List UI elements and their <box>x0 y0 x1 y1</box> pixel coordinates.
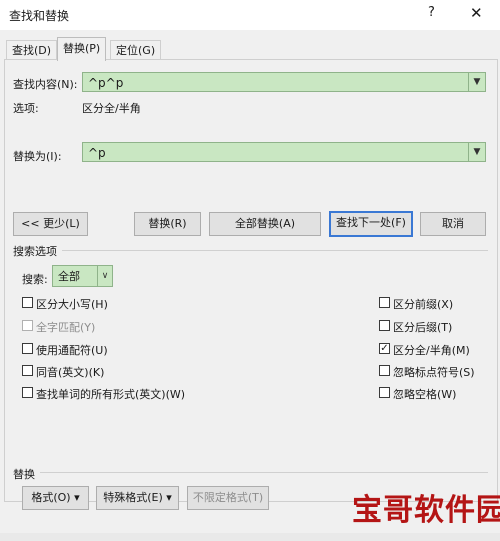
checkbox-ignore-space[interactable] <box>379 387 390 398</box>
less-button[interactable]: << 更少(L) <box>13 212 88 236</box>
help-icon[interactable]: ? <box>428 5 435 20</box>
no-formatting-button[interactable]: 不限定格式(T) <box>187 486 269 510</box>
sounds-like-label[interactable]: 同音(英文)(K) <box>36 364 104 380</box>
document-strip <box>0 533 500 541</box>
format-button[interactable]: 格式(O) ▾ <box>22 486 89 510</box>
chevron-down-icon[interactable]: ∨ <box>97 266 112 286</box>
replace-section-header: 替换 <box>13 468 35 481</box>
cancel-button[interactable]: 取消 <box>420 212 486 236</box>
find-input-value: ^p^p <box>88 76 124 90</box>
replace-all-button[interactable]: 全部替换(A) <box>209 212 321 236</box>
checkbox-sounds-like[interactable] <box>22 365 33 376</box>
title-bar <box>0 0 500 30</box>
checkbox-whole-word[interactable] <box>22 320 33 331</box>
replace-label: 替换为(I): <box>13 150 62 163</box>
divider <box>62 250 488 251</box>
checkbox-wildcards[interactable] <box>22 343 33 354</box>
find-label: 查找内容(N): <box>13 78 78 91</box>
full-half-width-label[interactable]: 区分全/半角(M) <box>393 342 470 358</box>
find-next-button[interactable]: 查找下一处(F) <box>329 211 413 237</box>
window-title: 查找和替换 <box>9 9 70 23</box>
search-options-header: 搜索选项 <box>13 245 57 258</box>
wildcards-label[interactable]: 使用通配符(U) <box>36 342 108 358</box>
checkbox-all-word-forms[interactable] <box>22 387 33 398</box>
chevron-down-icon[interactable]: ▼ <box>468 143 485 161</box>
options-label: 选项: <box>13 102 39 115</box>
match-case-label[interactable]: 区分大小写(H) <box>36 296 108 312</box>
search-direction-value: 全部 <box>58 270 80 283</box>
find-input[interactable]: ^p^p ▼ <box>82 72 486 92</box>
ignore-punctuation-label[interactable]: 忽略标点符号(S) <box>393 364 475 380</box>
all-word-forms-label[interactable]: 查找单词的所有形式(英文)(W) <box>36 386 185 402</box>
chevron-down-icon[interactable]: ▼ <box>468 73 485 91</box>
search-direction-select[interactable]: 全部 ∨ <box>52 265 113 287</box>
match-prefix-label[interactable]: 区分前缀(X) <box>393 296 453 312</box>
whole-word-label[interactable]: 全字匹配(Y) <box>36 319 95 335</box>
checkbox-match-case[interactable] <box>22 297 33 308</box>
replace-input-value: ^p <box>88 146 106 160</box>
special-format-button[interactable]: 特殊格式(E) ▾ <box>96 486 179 510</box>
tab-replace[interactable]: 替换(P) <box>57 37 107 61</box>
replace-input[interactable]: ^p ▼ <box>82 142 486 162</box>
close-icon[interactable]: ✕ <box>470 4 483 22</box>
ignore-space-label[interactable]: 忽略空格(W) <box>393 386 456 402</box>
checkbox-ignore-punctuation[interactable] <box>379 365 390 376</box>
replace-button[interactable]: 替换(R) <box>134 212 201 236</box>
search-label: 搜索: <box>22 273 48 286</box>
checkmark-icon: ✓ <box>380 342 389 354</box>
checkbox-match-prefix[interactable] <box>379 297 390 308</box>
checkbox-match-suffix[interactable] <box>379 320 390 331</box>
match-suffix-label[interactable]: 区分后缀(T) <box>393 319 452 335</box>
options-value: 区分全/半角 <box>82 102 141 115</box>
tab-find[interactable]: 查找(D) <box>6 40 58 60</box>
watermark-logo: 宝哥软件园 <box>352 493 500 528</box>
divider <box>40 472 488 473</box>
checkbox-full-half-width[interactable]: ✓ <box>379 343 390 354</box>
tab-goto[interactable]: 定位(G) <box>110 40 162 60</box>
